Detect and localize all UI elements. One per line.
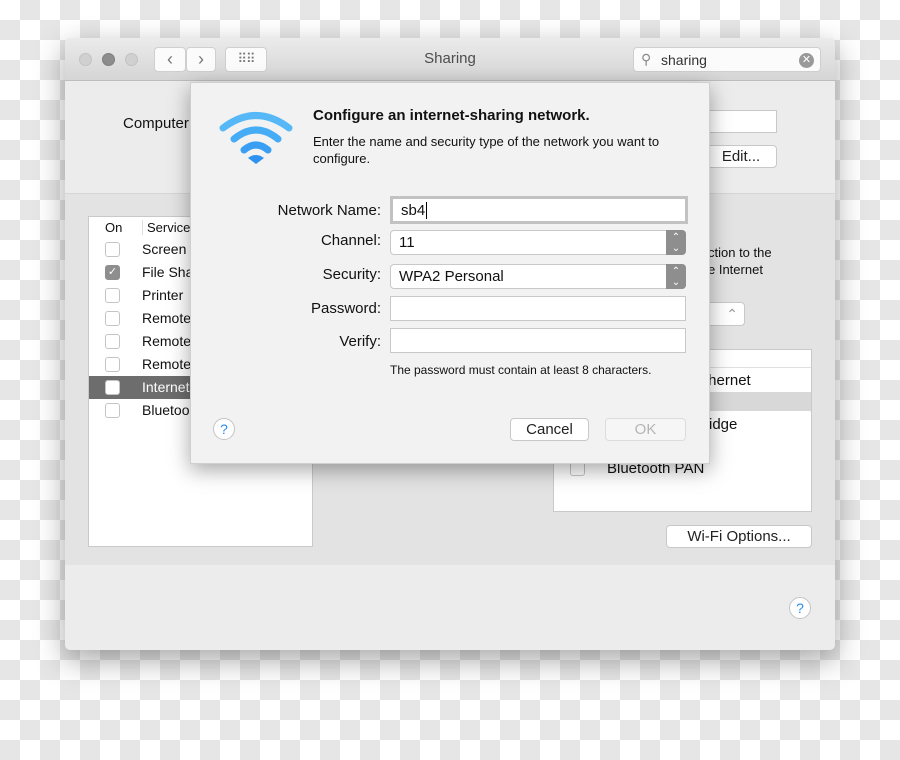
computer-name-field[interactable] — [705, 110, 777, 133]
verify-input[interactable] — [390, 328, 686, 353]
help-button[interactable]: ? — [789, 597, 811, 619]
password-label: Password: — [310, 300, 381, 317]
computer-name-label: Computer — [123, 115, 189, 132]
service-label: Screen — [142, 241, 187, 257]
port-item[interactable]: thernet — [704, 372, 751, 389]
help-icon: ? — [220, 421, 228, 437]
verify-label: Verify: — [339, 333, 381, 350]
search-icon: ⚲ — [641, 51, 652, 67]
title-bar: ‹ › ⠿⠿ Sharing ⚲ sharing ✕ — [65, 38, 835, 81]
service-label: Printer — [142, 287, 184, 303]
edit-button[interactable]: Edit... — [705, 145, 777, 168]
channel-label: Channel: — [320, 232, 381, 249]
ok-button[interactable]: OK — [605, 418, 686, 441]
password-hint: The password must contain at least 8 cha… — [390, 363, 652, 377]
dialog-help-button[interactable]: ? — [213, 418, 235, 440]
service-label: Remote — [142, 333, 192, 349]
search-input[interactable]: sharing — [661, 52, 707, 68]
column-header-service: Service — [142, 220, 190, 235]
wifi-icon — [219, 112, 293, 164]
service-checkbox[interactable] — [105, 357, 120, 372]
service-label: Bluetoo — [142, 402, 190, 418]
service-checkbox[interactable] — [105, 242, 120, 257]
service-label: Remote — [142, 310, 192, 326]
security-value: WPA2 Personal — [399, 268, 504, 285]
service-checkbox[interactable] — [105, 380, 120, 395]
service-checkbox[interactable] — [105, 288, 120, 303]
cancel-button[interactable]: Cancel — [510, 418, 589, 441]
channel-popup[interactable]: 11 ⌃ ⌄ — [390, 230, 686, 255]
security-popup[interactable]: WPA2 Personal ⌃ ⌄ — [390, 264, 686, 289]
network-name-input[interactable]: sb4 — [390, 196, 688, 224]
channel-value: 11 — [399, 234, 415, 251]
description-text-2: e Internet — [708, 262, 763, 277]
service-checkbox[interactable] — [105, 311, 120, 326]
dialog-description: Enter the name and security type of the … — [313, 134, 660, 166]
description-text-1: ction to the — [708, 245, 772, 260]
service-checkbox[interactable]: ✓ — [105, 265, 120, 280]
service-label: File Sha — [142, 264, 194, 280]
password-input[interactable] — [390, 296, 686, 321]
security-label: Security: — [322, 266, 381, 283]
network-name-value: sb4 — [401, 202, 426, 219]
service-label: Internet — [142, 379, 190, 395]
chevron-updown-icon: ⌃ ⌄ — [666, 264, 686, 289]
clear-search-icon[interactable]: ✕ — [799, 53, 814, 68]
service-checkbox[interactable] — [105, 403, 120, 418]
chevron-updown-icon: ⌃ ⌄ — [666, 230, 686, 255]
search-field[interactable]: ⚲ sharing ✕ — [633, 47, 821, 72]
service-label: Remote — [142, 356, 192, 372]
network-name-label: Network Name: — [277, 202, 381, 219]
column-header-on: On — [105, 220, 123, 235]
chevron-updown-icon: ⌃ — [726, 306, 738, 322]
dialog-title: Configure an internet-sharing network. — [313, 107, 590, 124]
help-icon: ? — [796, 600, 804, 616]
wifi-options-button[interactable]: Wi-Fi Options... — [666, 525, 812, 548]
service-checkbox[interactable] — [105, 334, 120, 349]
configure-network-dialog: Configure an internet-sharing network. E… — [190, 82, 710, 464]
